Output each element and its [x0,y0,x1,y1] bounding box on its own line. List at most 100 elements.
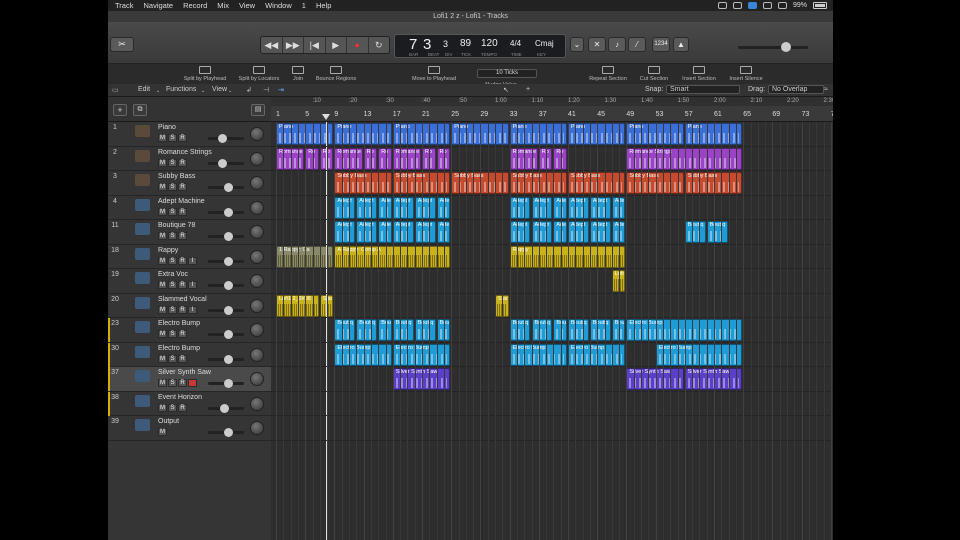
track-button-m[interactable]: M [158,207,167,216]
track-lane[interactable] [271,269,833,294]
track-name[interactable]: Boutique 78 [158,222,195,229]
global-tracks-button[interactable]: ▤ [251,104,265,116]
pan-knob[interactable] [250,176,264,190]
track-lane[interactable] [271,220,833,245]
volume-fader[interactable] [208,330,244,339]
pencil-tool-icon[interactable]: + [526,86,530,93]
pan-knob[interactable] [250,372,264,386]
volume-fader-knob[interactable] [218,158,228,168]
tuner-icon[interactable]: ♪ [608,37,626,52]
track-name[interactable]: Output [158,418,179,425]
playhead-handle[interactable] [321,114,330,120]
track-button-r[interactable]: R [178,183,187,191]
track-name[interactable]: Adept Machine [158,198,205,205]
track-name[interactable]: Slammed Vocal [158,296,207,303]
track-button-r[interactable]: R [178,330,187,338]
track-button-s[interactable]: S [168,256,177,265]
track-name[interactable]: Rappy [158,247,178,254]
ruler[interactable]: 1 5 9 13 17 21 25 29 33 37 41 45 49 53 57 61 65 69 73 77:10… [271,97,833,122]
track-header[interactable]: 39 Output M [108,416,271,441]
track-button-m[interactable]: M [158,158,167,167]
track-header[interactable]: 20 Slammed Vocal M S R I [108,294,271,318]
track-button-r[interactable]: R [178,232,187,240]
track-button-m[interactable]: M [158,428,167,436]
track-button-i[interactable]: I [188,281,197,289]
track-lane[interactable] [271,343,833,367]
track-button-m[interactable]: M [158,379,167,387]
track-button-s[interactable]: S [168,354,177,363]
track-name[interactable]: Romance Strings [158,149,212,156]
track-lane[interactable] [271,171,833,196]
volume-fader-knob[interactable] [220,403,230,413]
track-button-s[interactable]: S [168,305,177,314]
track-lane[interactable] [271,367,833,392]
track-header[interactable]: 19 Extra Voc M S R I [108,269,271,294]
track-button-r[interactable]: R [178,281,187,289]
track-button-r[interactable]: R [178,134,187,142]
flex-icon[interactable]: ⊣ [263,86,269,94]
volume-fader[interactable] [208,305,244,315]
menu-navigate[interactable]: Navigate [143,1,173,10]
track-button-m[interactable]: M [158,330,167,338]
split-playhead-tool[interactable]: Split by Playhead [175,66,235,82]
add-track-button[interactable]: + [113,104,127,116]
track-name[interactable]: Silver Synth Saw [158,369,211,376]
volume-fader[interactable] [208,403,244,413]
master-volume-slider[interactable] [738,46,808,49]
battery-icon[interactable] [813,2,827,9]
scissors-icon[interactable]: ✂ [110,37,134,52]
track-button-m[interactable]: M [158,354,167,363]
track-button-m[interactable]: M [158,305,167,314]
nudge-value-field[interactable]: 10 Ticks [477,69,537,78]
pan-knob[interactable] [250,274,264,288]
pan-knob[interactable] [250,323,264,337]
track-lane[interactable] [271,416,833,441]
move-to-playhead-tool[interactable]: Move to Playhead [404,66,464,82]
volume-fader[interactable] [208,232,244,241]
volume-fader-knob[interactable] [223,305,233,315]
track-header[interactable]: 18 Rappy M S R I [108,245,271,269]
track-button-s[interactable]: S [168,207,177,216]
record-enable-icon[interactable] [188,379,197,387]
track-name[interactable]: Subby Bass [158,173,195,180]
volume-fader[interactable] [208,183,244,192]
cycle-button[interactable]: ↻ [369,37,390,53]
track-button-s[interactable]: S [168,403,177,412]
track-button-s[interactable]: S [168,281,177,289]
track-button-m[interactable]: M [158,403,167,412]
zoom-fit-icon[interactable]: ⇥ [278,86,284,94]
track-header[interactable]: 2 Romance Strings M S R [108,147,271,171]
volume-fader-knob[interactable] [223,256,233,266]
volume-fader[interactable] [208,379,244,388]
track-name[interactable]: Electro Bump [158,320,200,327]
track-button-s[interactable]: S [168,330,177,338]
track-lane[interactable] [271,294,833,318]
track-lane[interactable] [271,392,833,416]
record-button[interactable]: ● [347,37,369,53]
pan-knob[interactable] [250,347,264,362]
metronome-icon[interactable]: ▲ [673,37,689,52]
track-name[interactable]: Electro Bump [158,345,200,352]
replace-icon[interactable]: ✕ [588,37,606,52]
snap-dropdown[interactable]: Smart [666,85,740,94]
track-header[interactable]: 4 Adept Machine M S R [108,196,271,220]
lcd-display[interactable]: 7 3 3 89 120 4/4 Cmaj BAR BEAT DIV TICK … [394,34,566,58]
pan-knob[interactable] [250,225,264,239]
volume-fader[interactable] [208,428,244,437]
track-lane[interactable] [271,196,833,220]
volume-fader[interactable] [208,134,244,143]
track-button-s[interactable]: S [168,158,177,167]
play-button[interactable]: ▶ [326,37,347,53]
track-button-r[interactable]: R [178,354,187,363]
volume-fader-knob[interactable] [223,379,233,388]
rewind-button[interactable]: ◀◀ [261,37,283,53]
track-button-i[interactable]: I [188,305,197,314]
volume-fader-knob[interactable] [223,207,233,217]
volume-fader-knob[interactable] [223,281,233,290]
pointer-tool-icon[interactable]: ↖ [503,86,509,94]
track-button-r[interactable]: R [178,158,187,167]
go-to-start-button[interactable]: |◀ [304,37,326,53]
status-icon[interactable] [732,2,742,9]
volume-fader-knob[interactable] [223,330,233,339]
pan-knob[interactable] [250,421,264,435]
